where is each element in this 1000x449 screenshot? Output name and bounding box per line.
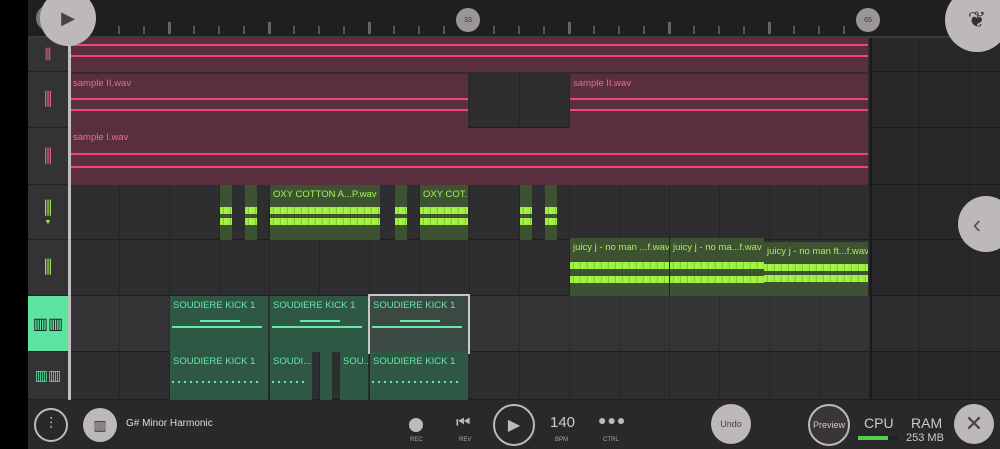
rev-label: REV xyxy=(459,437,472,443)
track-headers: ⫼ ⫼ ⫼ ⫼ ▼ ⫼ ▥▥ ▥▥ xyxy=(28,38,68,400)
track-header-audio-5[interactable]: ⫼ xyxy=(28,240,68,296)
audio-clip[interactable] xyxy=(520,185,532,240)
pattern-clip[interactable] xyxy=(320,352,332,400)
close-button[interactable]: ✕ xyxy=(954,404,994,444)
waveform-icon: ⫼ xyxy=(43,198,53,218)
bpm-value[interactable]: 140 xyxy=(550,414,575,431)
piano-icon: ▥▥ xyxy=(34,367,62,383)
piano-icon: ▥▥ xyxy=(32,315,64,333)
sliders-icon: ⫶ xyxy=(48,416,53,433)
audio-clip[interactable] xyxy=(70,38,868,72)
pattern-clip[interactable]: SOUDIERE KICK 1 xyxy=(170,352,268,400)
audio-clip[interactable]: OXY COTTON A...P.wav xyxy=(270,185,380,240)
audio-clip[interactable] xyxy=(395,185,407,240)
audio-clip[interactable] xyxy=(545,185,557,240)
audio-clip[interactable]: OXY COT... xyxy=(420,185,468,240)
audio-clip[interactable] xyxy=(245,185,257,240)
mixer-button[interactable]: ⫶ xyxy=(34,408,68,442)
expand-arrow-icon[interactable]: ▼ xyxy=(45,219,52,226)
cpu-meter xyxy=(858,436,898,440)
rewind-button[interactable]: ⏮ xyxy=(456,414,470,432)
track-header-audio-3[interactable]: ⫼ xyxy=(28,128,68,185)
bpm-label: BPM xyxy=(555,437,569,443)
audio-clip[interactable] xyxy=(220,185,232,240)
track-header-piano-2[interactable]: ▥▥ xyxy=(28,352,68,400)
pattern-clip[interactable]: SOUDIERE KICK 1 xyxy=(370,352,468,400)
track-header-audio-2[interactable]: ⫼ xyxy=(28,72,68,128)
preview-button[interactable]: Preview xyxy=(808,404,850,446)
playhead[interactable] xyxy=(68,20,71,400)
ctrl-label: CTRL xyxy=(603,437,619,443)
playlist[interactable]: sample II.wav sample II.wav sample I.wav… xyxy=(70,38,1000,400)
audio-clip[interactable]: sample II.wav xyxy=(570,74,868,128)
bar-marker-33[interactable]: 33 xyxy=(456,8,480,32)
piano-settings-icon: ▥ xyxy=(93,416,107,433)
pattern-clip-selected[interactable]: SOUDIERE KICK 1 xyxy=(368,294,470,354)
scale-button[interactable]: ▥ xyxy=(83,408,117,442)
ram-label: RAM xyxy=(911,415,943,431)
cpu-label: CPU xyxy=(864,415,894,431)
rec-label: REC xyxy=(410,437,423,443)
pattern-clip[interactable]: SOUDI... xyxy=(270,352,312,400)
audio-clip[interactable]: juicy j - no man ft...f.wav xyxy=(764,242,868,296)
play-button[interactable]: ▶ xyxy=(493,404,535,446)
audio-clip[interactable]: juicy j - no man ...f.wav xyxy=(570,238,669,296)
pattern-clip[interactable]: SOUDIERE KICK 1 xyxy=(170,296,268,352)
audio-clip[interactable]: sample I.wav xyxy=(70,128,868,185)
scale-label: G# Minor Harmonic xyxy=(126,418,213,429)
track-header-audio-4[interactable]: ⫼ ▼ xyxy=(28,185,68,240)
close-icon: ✕ xyxy=(964,411,984,436)
track-header-piano-1[interactable]: ▥▥ xyxy=(28,296,68,352)
audio-clip[interactable]: sample II.wav xyxy=(70,74,468,128)
fl-studio-mobile: 33 65 ⫼ ⫼ ⫼ ⫼ ▼ ⫼ ▥▥ ▥▥ sample II.wav sam… xyxy=(28,0,1000,449)
transport-bar: ⫶ ▥ G# Minor Harmonic REC ⏮ REV ▶ 140 BP… xyxy=(28,400,1000,449)
ram-value: 253 MB xyxy=(906,432,944,444)
waveform-icon: ⫼ xyxy=(44,46,52,62)
play-icon: ▶ xyxy=(507,417,521,434)
play-icon: ▶ xyxy=(61,7,75,28)
waveform-icon: ⫼ xyxy=(43,257,53,277)
fruit-logo-icon: ❦ xyxy=(967,7,987,32)
pattern-clip[interactable]: SOU... xyxy=(340,352,368,400)
pattern-clip[interactable]: SOUDIERE KICK 1 xyxy=(270,296,368,352)
waveform-icon: ⫼ xyxy=(43,145,53,166)
waveform-icon: ⫼ xyxy=(43,89,53,109)
record-button[interactable] xyxy=(409,418,423,432)
timeline-ruler[interactable]: 33 65 xyxy=(28,0,1000,38)
undo-button[interactable]: Undo xyxy=(711,404,751,444)
bar-marker-65[interactable]: 65 xyxy=(856,8,880,32)
chevron-left-icon: ‹ xyxy=(972,208,982,239)
ctrl-button[interactable]: ●●● xyxy=(598,412,626,428)
audio-clip[interactable]: juicy j - no ma...f.wav xyxy=(670,238,764,296)
